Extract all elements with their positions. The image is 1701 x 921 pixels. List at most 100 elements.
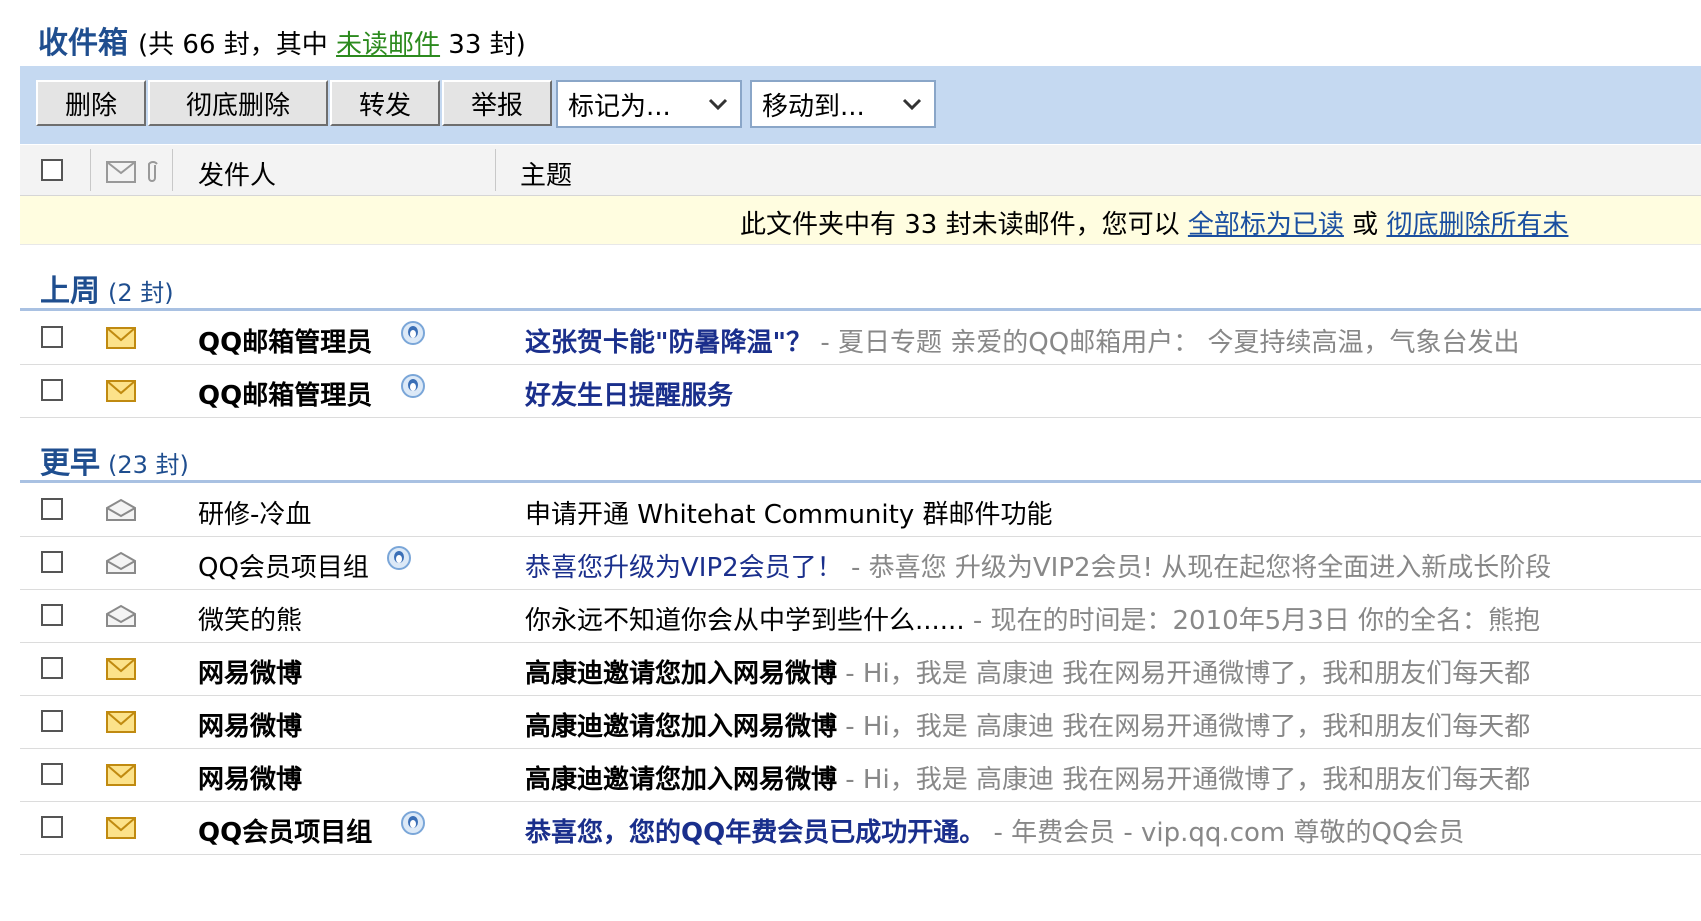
subject-text: 好友生日提醒服务 <box>525 381 734 411</box>
move-to-label: 移动到... <box>762 91 865 122</box>
subject-cell: 申请开通 Whitehat Community 群邮件功能 <box>525 494 1052 531</box>
sender-name: 网易微博 <box>198 712 303 742</box>
folder-header: 收件箱 (共 66 封，其中 未读邮件 33 封) <box>38 18 526 62</box>
mark-all-read-link[interactable]: 全部标为已读 <box>1188 210 1344 240</box>
sender-name: 网易微博 <box>198 659 303 689</box>
unread-notice-bar: 此文件夹中有 33 封未读邮件，您可以 全部标为已读 或 彻底删除所有未 <box>20 196 1701 245</box>
preview-text: - Hi，我是 高康迪 我在网易开通微博了，我和朋友们每天都 <box>837 712 1531 742</box>
paperclip-icon[interactable] <box>144 159 160 185</box>
mail-row[interactable]: 微笑的熊 你永远不知道你会从中学到些什么...... - 现在的时间是：2010… <box>20 590 1701 643</box>
column-divider <box>172 149 173 191</box>
preview-text: - Hi，我是 高康迪 我在网易开通微博了，我和朋友们每天都 <box>837 765 1531 795</box>
chevron-down-icon <box>902 98 922 111</box>
group-name: 上周 (2 封) <box>40 266 174 310</box>
subject-text: 高康迪邀请您加入网易微博 <box>525 659 838 689</box>
group-count: (2 封) <box>108 279 174 307</box>
sender-name: 微笑的熊 <box>198 606 303 636</box>
toolbar: 删除 彻底删除 转发 举报 标记为... 移动到... <box>20 66 1701 144</box>
row-checkbox[interactable] <box>41 551 63 573</box>
sender-name: QQ会员项目组 <box>198 553 369 583</box>
mark-as-select[interactable]: 标记为... <box>556 80 742 128</box>
row-checkbox[interactable] <box>41 657 63 679</box>
mail-row[interactable]: QQ邮箱管理员 好友生日提醒服务 <box>20 365 1701 418</box>
mail-row[interactable]: QQ会员项目组 恭喜您，您的QQ年费会员已成功开通。 - 年费会员 - vip.… <box>20 802 1701 855</box>
column-header: 发件人 主题 <box>20 145 1701 196</box>
subject-cell: 好友生日提醒服务 <box>525 375 733 412</box>
row-checkbox[interactable] <box>41 498 63 520</box>
envelope-open-icon <box>106 498 136 521</box>
mail-row[interactable]: 网易微博 高康迪邀请您加入网易微博 - Hi，我是 高康迪 我在网易开通微博了，… <box>20 749 1701 802</box>
row-checkbox[interactable] <box>41 326 63 348</box>
subject-text: 你永远不知道你会从中学到些什么...... <box>525 606 965 636</box>
mail-row[interactable]: QQ会员项目组 恭喜您升级为VIP2会员了！ - 恭喜您 升级为VIP2会员! … <box>20 537 1701 590</box>
subject-text: 恭喜您，您的QQ年费会员已成功开通。 <box>525 818 986 848</box>
row-checkbox[interactable] <box>41 710 63 732</box>
sender-name: 网易微博 <box>198 765 303 795</box>
row-checkbox[interactable] <box>41 379 63 401</box>
notice-message: 此文件夹中有 33 封未读邮件，您可以 <box>740 210 1188 240</box>
subject-text: 高康迪邀请您加入网易微博 <box>525 712 838 742</box>
qq-penguin-icon <box>387 546 411 570</box>
sender-name: QQ邮箱管理员 <box>198 328 373 358</box>
mail-row[interactable]: 研修-冷血 申请开通 Whitehat Community 群邮件功能 <box>20 484 1701 537</box>
envelope-closed-icon <box>106 327 136 349</box>
group-header-earlier: 更早 (23 封) <box>20 428 1701 483</box>
column-divider <box>495 149 496 191</box>
mail-row[interactable]: 网易微博 高康迪邀请您加入网易微博 - Hi，我是 高康迪 我在网易开通微博了，… <box>20 696 1701 749</box>
envelope-open-icon <box>106 551 136 574</box>
move-to-select[interactable]: 移动到... <box>750 80 936 128</box>
qq-penguin-icon <box>401 811 425 835</box>
unread-mail-link[interactable]: 未读邮件 <box>336 30 440 60</box>
subject-text: 这张贺卡能"防暑降温"？ <box>525 328 813 358</box>
forward-button[interactable]: 转发 <box>330 80 440 126</box>
preview-text: - 现在的时间是：2010年5月3日 你的全名：熊抱 <box>964 606 1541 636</box>
subject-cell: 恭喜您升级为VIP2会员了！ - 恭喜您 升级为VIP2会员! 从现在起您将全面… <box>525 547 1551 584</box>
group-name: 更早 (23 封) <box>40 438 189 482</box>
mail-app: 收件箱 (共 66 封，其中 未读邮件 33 封) 删除 彻底删除 转发 举报 … <box>0 0 1701 921</box>
summary-suffix: 33 封) <box>440 30 526 60</box>
folder-title: 收件箱 <box>38 26 128 61</box>
purge-button[interactable]: 彻底删除 <box>148 80 328 126</box>
delete-button[interactable]: 删除 <box>36 80 146 126</box>
delete-all-unread-link[interactable]: 彻底删除所有未 <box>1386 210 1568 240</box>
report-button[interactable]: 举报 <box>442 80 552 126</box>
row-checkbox[interactable] <box>41 763 63 785</box>
subject-column-header[interactable]: 主题 <box>520 155 572 192</box>
subject-text: 高康迪邀请您加入网易微博 <box>525 765 838 795</box>
mail-row[interactable]: QQ邮箱管理员 这张贺卡能"防暑降温"？ - 夏日专题 亲爱的QQ邮箱用户： 今… <box>20 312 1701 365</box>
sender-column-header[interactable]: 发件人 <box>198 155 276 192</box>
chevron-down-icon <box>708 98 728 111</box>
column-divider <box>90 149 91 191</box>
envelope-icon[interactable] <box>106 161 136 183</box>
mail-row[interactable]: 网易微博 高康迪邀请您加入网易微博 - Hi，我是 高康迪 我在网易开通微博了，… <box>20 643 1701 696</box>
subject-text: 恭喜您升级为VIP2会员了！ <box>525 553 843 583</box>
subject-cell: 高康迪邀请您加入网易微博 - Hi，我是 高康迪 我在网易开通微博了，我和朋友们… <box>525 759 1530 796</box>
subject-cell: 高康迪邀请您加入网易微博 - Hi，我是 高康迪 我在网易开通微博了，我和朋友们… <box>525 653 1530 690</box>
envelope-open-icon <box>106 604 136 627</box>
envelope-closed-icon <box>106 764 136 786</box>
select-all-checkbox[interactable] <box>41 159 63 181</box>
subject-text: 申请开通 Whitehat Community 群邮件功能 <box>525 500 1053 530</box>
notice-text: 此文件夹中有 33 封未读邮件，您可以 全部标为已读 或 彻底删除所有未 <box>740 204 1568 241</box>
row-checkbox[interactable] <box>41 816 63 838</box>
folder-summary: (共 66 封，其中 未读邮件 33 封) <box>138 24 526 61</box>
sender-name: 研修-冷血 <box>198 500 312 530</box>
summary-prefix: (共 66 封，其中 <box>138 30 337 60</box>
row-checkbox[interactable] <box>41 604 63 626</box>
subject-cell: 你永远不知道你会从中学到些什么...... - 现在的时间是：2010年5月3日… <box>525 600 1540 637</box>
mark-as-label: 标记为... <box>568 91 671 122</box>
envelope-closed-icon <box>106 711 136 733</box>
subject-cell: 高康迪邀请您加入网易微博 - Hi，我是 高康迪 我在网易开通微博了，我和朋友们… <box>525 706 1530 743</box>
group-header-last-week: 上周 (2 封) <box>20 256 1701 311</box>
group-title: 更早 <box>40 446 100 481</box>
envelope-closed-icon <box>106 380 136 402</box>
preview-text: - 恭喜您 升级为VIP2会员! 从现在起您将全面进入新成长阶段 <box>842 553 1552 583</box>
notice-or: 或 <box>1343 210 1387 240</box>
envelope-closed-icon <box>106 817 136 839</box>
preview-text: - 夏日专题 亲爱的QQ邮箱用户： 今夏持续高温，气象台发出 <box>812 328 1520 358</box>
preview-text: - Hi，我是 高康迪 我在网易开通微博了，我和朋友们每天都 <box>837 659 1531 689</box>
group-title: 上周 <box>40 274 100 309</box>
envelope-closed-icon <box>106 658 136 680</box>
qq-penguin-icon <box>401 321 425 345</box>
sender-name: QQ会员项目组 <box>198 818 373 848</box>
